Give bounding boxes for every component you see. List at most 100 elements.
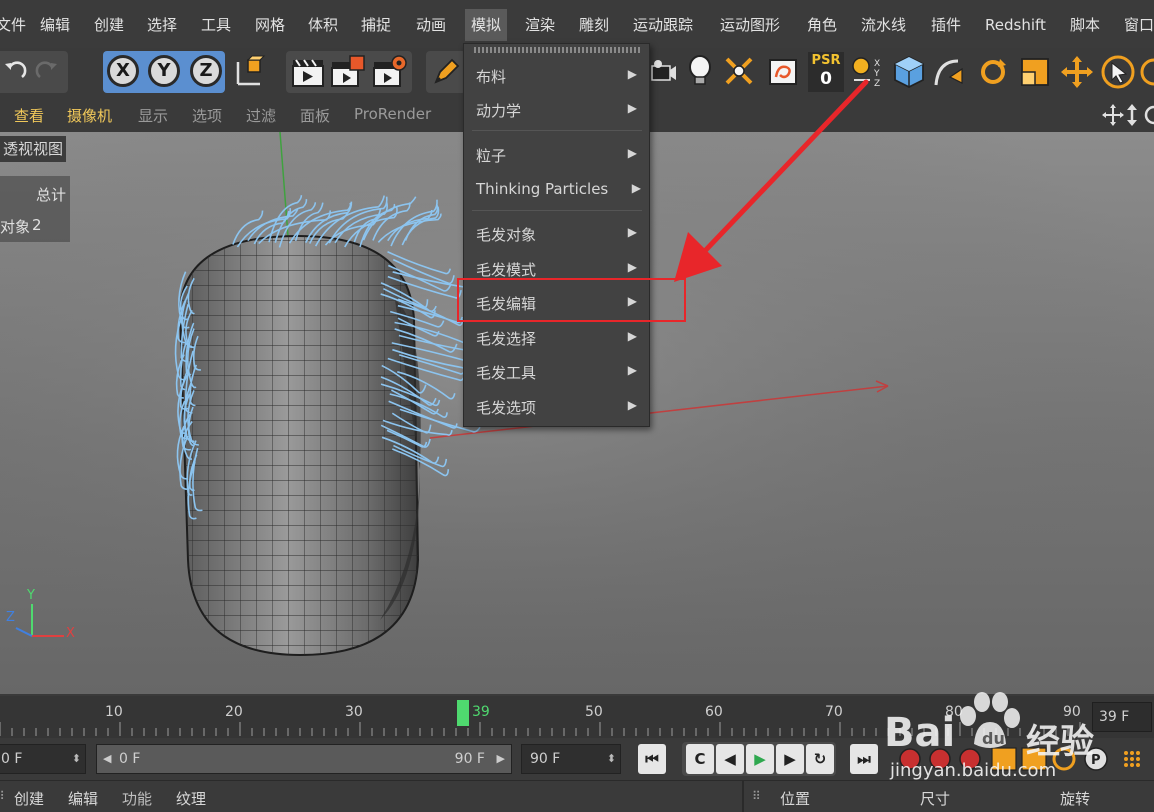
material-tab-function[interactable]: 功能	[122, 788, 152, 809]
submenu-arrow-icon: ▶	[627, 67, 637, 81]
timeline-tick-70: 70	[825, 704, 843, 720]
end-frame-field[interactable]: 90 F ⬍	[521, 744, 621, 774]
menu-create[interactable]: 创建	[94, 14, 124, 36]
undo-icon[interactable]	[2, 59, 28, 85]
pen-icon[interactable]	[430, 56, 462, 88]
menu-tools[interactable]: 工具	[201, 14, 231, 36]
annotation-arrow	[674, 79, 869, 282]
live-select-icon[interactable]	[1100, 54, 1136, 90]
x-axis-icon[interactable]: X	[107, 55, 139, 87]
material-tab-create[interactable]: 创建	[14, 788, 44, 809]
menu-character[interactable]: 角色	[807, 14, 837, 36]
menu-item-hair-selection[interactable]: 毛发选择 ▶	[464, 322, 649, 352]
baidu-paw-logo: du	[960, 692, 1020, 748]
menu-tear-off-grip[interactable]	[474, 47, 640, 53]
material-tab-edit[interactable]: 编辑	[68, 788, 98, 809]
render-settings-icon[interactable]	[372, 54, 408, 90]
menu-motion-tracking[interactable]: 运动跟踪	[633, 14, 693, 36]
y-axis-icon[interactable]: Y	[148, 55, 180, 87]
material-tab-texture[interactable]: 纹理	[176, 788, 206, 809]
zoom-icon[interactable]	[1124, 104, 1140, 126]
view-menu-filter[interactable]: 过滤	[246, 105, 276, 126]
menu-volume[interactable]: 体积	[308, 14, 338, 36]
view-menu-panel[interactable]: 面板	[300, 105, 330, 126]
timeline-tick-60: 60	[705, 704, 723, 720]
orbit-icon[interactable]	[1140, 104, 1154, 126]
menu-plugins[interactable]: 插件	[931, 14, 961, 36]
view-menu-prorender[interactable]: ProRender	[354, 105, 431, 123]
rotate-icon[interactable]	[976, 55, 1010, 89]
menu-item-cloth[interactable]: 布料 ▶	[464, 60, 649, 90]
menu-script[interactable]: 脚本	[1070, 14, 1100, 36]
viewport-navigation	[1084, 104, 1154, 126]
menu-mograph[interactable]: 运动图形	[720, 14, 780, 36]
redo-icon[interactable]	[34, 59, 60, 85]
svg-text:X: X	[874, 59, 880, 69]
render-view-icon[interactable]	[290, 54, 326, 90]
menu-item-thinking-particles[interactable]: Thinking Particles ▶	[464, 174, 649, 204]
range-right-arrow-icon[interactable]: ▶	[497, 745, 505, 773]
view-menu-camera[interactable]: 摄像机	[67, 105, 112, 126]
spline-icon[interactable]	[932, 55, 968, 89]
menu-simulate[interactable]: 模拟	[465, 9, 508, 41]
timeline-tick-50: 50	[585, 704, 603, 720]
menu-bar: 文件 编辑 创建 选择 工具 网格 体积 捕捉 动画 模拟 渲染 雕刻 运动跟踪…	[0, 0, 1154, 48]
start-frame-field[interactable]: 0 F ⬍	[0, 744, 86, 774]
annotation-highlight-box	[457, 278, 686, 322]
go-to-start-button[interactable]: ⏮	[638, 744, 666, 774]
menu-edit[interactable]: 编辑	[40, 14, 70, 36]
menu-redshift[interactable]: Redshift	[985, 14, 1046, 36]
spinner-icon[interactable]: ⬍	[607, 745, 616, 773]
spinner-icon[interactable]: ⬍	[72, 745, 81, 773]
go-to-end-button[interactable]: ⏭	[850, 744, 878, 774]
playhead[interactable]	[457, 700, 469, 726]
menu-animate[interactable]: 动画	[416, 14, 446, 36]
menu-pipeline[interactable]: 流水线	[861, 14, 906, 36]
menu-sculpt[interactable]: 雕刻	[579, 14, 609, 36]
stats-object-label: 对象	[0, 218, 31, 236]
menu-item-hair-tools[interactable]: 毛发工具 ▶	[464, 356, 649, 386]
coordinate-system-icon[interactable]	[232, 54, 268, 90]
view-menu-view[interactable]: 查看	[14, 105, 44, 126]
menu-item-particles[interactable]: 粒子 ▶	[464, 139, 649, 169]
menu-select[interactable]: 选择	[147, 14, 177, 36]
menu-item-label: 动力学	[476, 102, 522, 120]
end-frame-value: 90 F	[530, 751, 561, 767]
next-frame-button[interactable]: ▶	[776, 744, 804, 774]
view-menu-options[interactable]: 选项	[192, 105, 222, 126]
previous-key-button[interactable]: C	[686, 744, 714, 774]
range-left-arrow-icon[interactable]: ◀	[103, 745, 111, 773]
move-icon[interactable]	[1060, 55, 1094, 89]
menu-render[interactable]: 渲染	[525, 14, 555, 36]
render-picture-viewer-icon[interactable]	[330, 54, 366, 90]
panel-grip-icon[interactable]: ⠿	[0, 789, 5, 803]
frame-range-slider[interactable]: ◀ 0 F 90 F ▶	[96, 744, 512, 774]
psr-label: PSR	[811, 53, 841, 68]
timeline-tick-10: 10	[105, 704, 123, 720]
panel-grip-icon[interactable]: ⠿	[752, 789, 761, 803]
menu-window[interactable]: 窗口	[1124, 14, 1154, 36]
z-axis-icon[interactable]: Z	[190, 55, 222, 87]
menu-item-label: 毛发选项	[476, 399, 537, 417]
menu-item-dynamics[interactable]: 动力学 ▶	[464, 94, 649, 124]
scale-icon[interactable]	[1018, 55, 1052, 89]
menu-snap[interactable]: 捕捉	[361, 14, 391, 36]
previous-frame-button[interactable]: ◀	[716, 744, 744, 774]
extra-icon[interactable]	[1140, 54, 1154, 90]
submenu-arrow-icon: ▶	[627, 329, 637, 343]
menu-mesh[interactable]: 网格	[255, 14, 285, 36]
menu-item-label: 毛发工具	[476, 364, 537, 382]
next-key-button[interactable]: ↻	[806, 744, 834, 774]
play-forward-button[interactable]: ▶	[746, 744, 774, 774]
menu-item-label: 布料	[476, 68, 507, 86]
submenu-arrow-icon: ▶	[627, 101, 637, 115]
menu-item-hair-objects[interactable]: 毛发对象 ▶	[464, 218, 649, 248]
menu-file[interactable]: 文件	[0, 14, 26, 36]
submenu-arrow-icon: ▶	[627, 398, 637, 412]
view-menu-display[interactable]: 显示	[138, 105, 168, 126]
cube-icon[interactable]	[892, 54, 926, 90]
menu-item-hair-options[interactable]: 毛发选项 ▶	[464, 391, 649, 421]
pan-icon[interactable]	[1102, 104, 1124, 126]
submenu-arrow-icon: ▶	[627, 225, 637, 239]
simulate-dropdown-menu: 布料 ▶ 动力学 ▶ 粒子 ▶ Thinking Particles ▶ 毛发对象 ▶ 毛…	[463, 43, 650, 427]
